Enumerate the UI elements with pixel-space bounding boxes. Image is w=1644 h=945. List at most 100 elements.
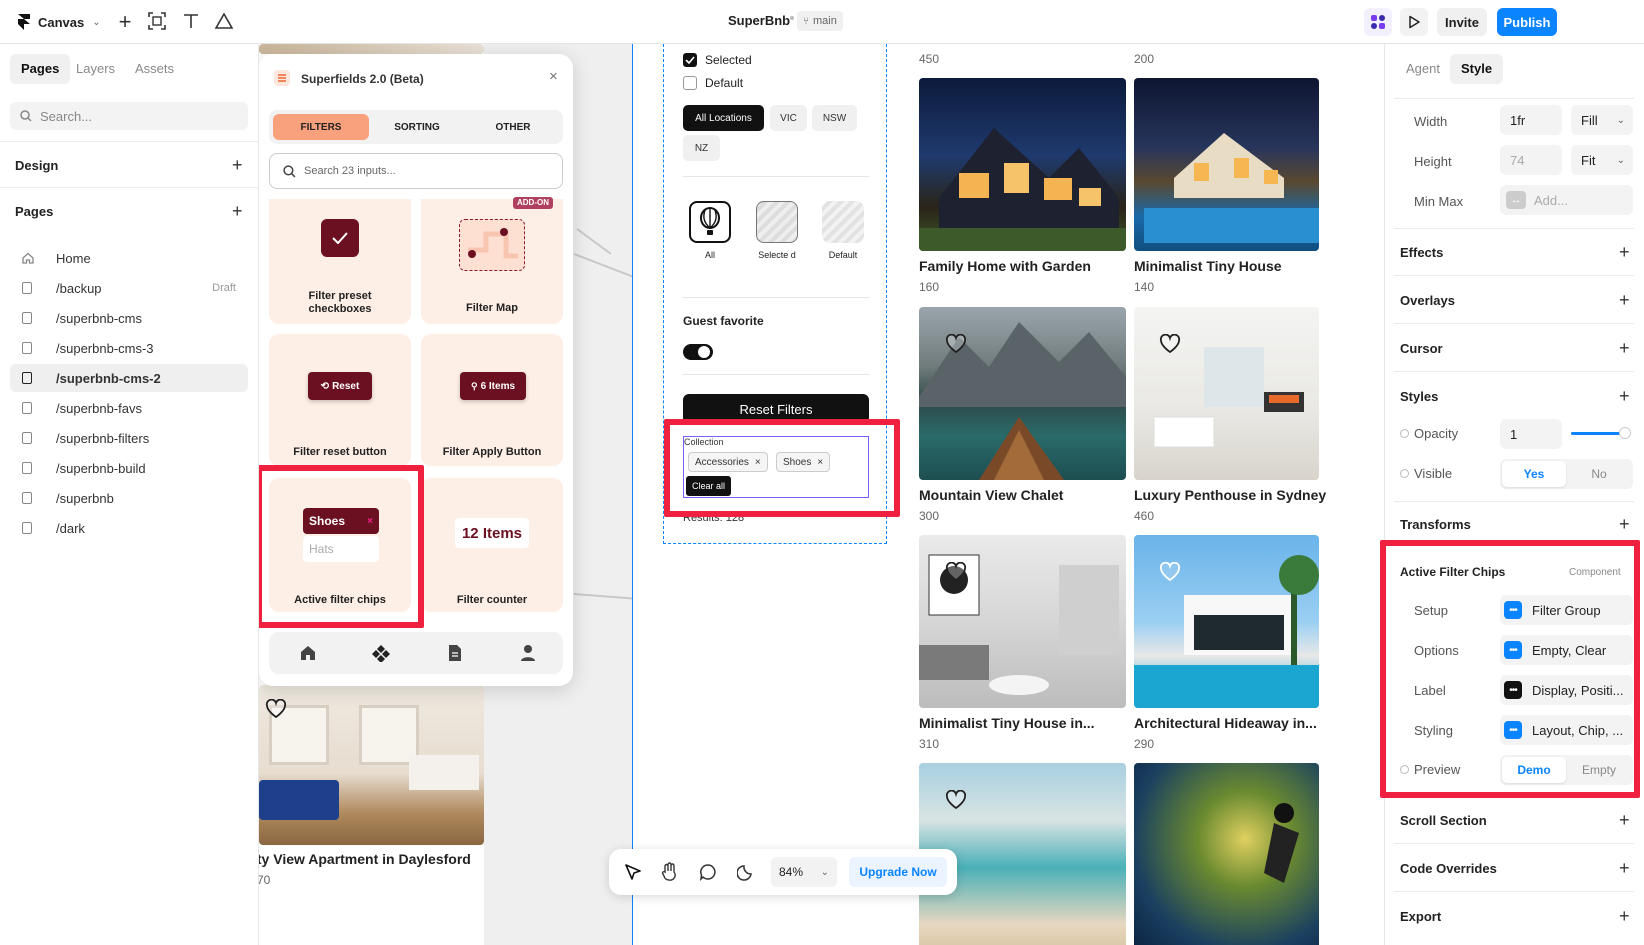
insert-plus-icon[interactable]: + (114, 9, 136, 34)
listing-title[interactable]: Mountain View Chalet (919, 487, 1063, 503)
tab-agent[interactable]: Agent (1395, 54, 1451, 84)
tab-filters[interactable]: FILTERS (273, 114, 369, 140)
canvas-menu[interactable]: Canvas ⌄ (10, 8, 109, 36)
page-item[interactable]: /superbnb-cms-2 (10, 364, 248, 392)
listing-title[interactable]: Minimalist Tiny House in... (919, 715, 1095, 731)
opacity-slider-knob[interactable] (1619, 427, 1631, 439)
width-mode-select[interactable]: Fill ⌄ (1571, 105, 1633, 135)
listing-title[interactable]: Architectural Hideaway in... (1134, 715, 1317, 731)
selected-pattern-icon[interactable] (756, 201, 798, 243)
listing-photo[interactable] (919, 535, 1126, 708)
location-vic[interactable]: VIC (770, 105, 807, 131)
default-checkbox[interactable] (683, 76, 697, 90)
add-page-icon[interactable]: + (232, 202, 243, 220)
add-code-override-icon[interactable]: + (1619, 859, 1630, 877)
invite-button[interactable]: Invite (1437, 8, 1487, 36)
tab-style[interactable]: Style (1450, 54, 1504, 84)
add-scroll-section-icon[interactable]: + (1619, 811, 1630, 829)
visible-yes-button[interactable]: Yes (1502, 461, 1566, 487)
location-all[interactable]: All Locations (683, 105, 764, 131)
preview-play-icon[interactable] (1400, 8, 1428, 36)
page-item[interactable]: /superbnb-build (10, 454, 248, 482)
visible-no-button[interactable]: No (1567, 461, 1631, 487)
close-icon[interactable]: × (549, 68, 558, 85)
branch-badge[interactable]: ⑂ main (797, 11, 843, 31)
listing-photo[interactable] (1134, 763, 1319, 945)
location-nsw[interactable]: NSW (812, 105, 857, 131)
page-item[interactable]: /backup Draft (10, 274, 248, 302)
text-tool-icon[interactable] (181, 11, 201, 31)
selected-checkbox[interactable] (683, 53, 697, 67)
card-filter-reset[interactable]: ⟲ Reset Filter reset button (269, 334, 411, 466)
width-input[interactable]: 1fr (1500, 105, 1562, 135)
design-canvas[interactable]: ak 30 ux 70 ar 00 ity View Apartment in … (259, 44, 1384, 945)
page-item[interactable]: /superbnb-cms-3 (10, 334, 248, 362)
card-filter-apply[interactable]: ⚲ 6 Items Filter Apply Button (421, 334, 563, 466)
upgrade-now-button[interactable]: Upgrade Now (849, 857, 947, 887)
add-cursor-icon[interactable]: + (1619, 339, 1630, 357)
vector-tool-icon[interactable] (213, 11, 235, 31)
hand-icon[interactable] (661, 862, 679, 882)
listing-title[interactable]: Minimalist Tiny House (1134, 258, 1282, 274)
opacity-input[interactable]: 1 (1500, 419, 1562, 449)
page-item[interactable]: /superbnb-filters (10, 424, 248, 452)
favorite-heart-icon[interactable] (265, 699, 287, 719)
listing-photo[interactable] (1134, 307, 1319, 480)
home-icon[interactable] (299, 644, 317, 662)
favorite-heart-icon[interactable] (945, 562, 967, 582)
dark-mode-moon-icon[interactable] (737, 863, 755, 881)
apartment-photo[interactable] (259, 685, 484, 845)
pages-search-input[interactable]: Search... (10, 102, 248, 130)
add-export-icon[interactable]: + (1619, 907, 1630, 925)
location-nz[interactable]: NZ (683, 135, 720, 161)
favorite-heart-icon[interactable] (945, 790, 967, 810)
pointer-icon[interactable] (624, 863, 642, 881)
components-icon[interactable] (372, 644, 390, 662)
minmax-input[interactable]: ↔ Add... (1500, 185, 1633, 215)
document-icon[interactable] (447, 644, 463, 662)
tab-sorting[interactable]: SORTING (369, 114, 465, 140)
zoom-select[interactable]: 84% ⌄ (771, 857, 837, 887)
page-item[interactable]: /superbnb-cms (10, 304, 248, 332)
add-effect-icon[interactable]: + (1619, 243, 1630, 261)
listing-photo-top[interactable] (259, 44, 484, 54)
opacity-slider[interactable] (1571, 427, 1631, 439)
add-overlay-icon[interactable]: + (1619, 291, 1630, 309)
ai-plugin-icon[interactable] (1364, 8, 1392, 36)
guest-favorite-toggle[interactable] (683, 344, 713, 360)
favorite-heart-icon[interactable] (1159, 334, 1181, 354)
page-item[interactable]: /dark (10, 514, 248, 542)
favorite-heart-icon[interactable] (945, 334, 967, 354)
visible-variable-icon[interactable] (1400, 469, 1409, 478)
tab-layers[interactable]: Layers (65, 54, 126, 84)
card-filter-counter[interactable]: 12 Items Filter counter (421, 478, 563, 612)
tab-other[interactable]: OTHER (465, 114, 561, 140)
publish-button[interactable]: Publish (1497, 8, 1557, 36)
page-item[interactable]: Home (10, 244, 248, 272)
plugin-search-input[interactable]: Search 23 inputs... (269, 153, 563, 189)
add-style-icon[interactable]: + (1619, 387, 1630, 405)
default-pattern-icon[interactable] (822, 201, 864, 243)
listing-photo[interactable] (1134, 78, 1319, 251)
tab-assets[interactable]: Assets (124, 54, 185, 84)
tab-pages[interactable]: Pages (10, 54, 71, 84)
listing-photo[interactable] (919, 307, 1126, 480)
balloon-icon[interactable] (689, 201, 731, 243)
favorite-heart-icon[interactable] (1159, 562, 1181, 582)
listing-title[interactable]: Family Home with Garden (919, 258, 1091, 274)
card-filter-map[interactable]: ADD-ON Filter Map (421, 197, 563, 324)
user-icon[interactable] (520, 644, 536, 662)
height-mode-select[interactable]: Fit ⌄ (1571, 145, 1633, 175)
page-item[interactable]: /superbnb (10, 484, 248, 512)
opacity-variable-icon[interactable] (1400, 429, 1409, 438)
add-transform-icon[interactable]: + (1619, 515, 1630, 533)
listing-title[interactable]: Luxury Penthouse in Sydney (1134, 487, 1326, 503)
frame-icon[interactable] (147, 11, 167, 31)
listing-photo[interactable] (1134, 535, 1319, 708)
comment-icon[interactable] (699, 863, 717, 881)
add-design-icon[interactable]: + (232, 156, 243, 174)
page-item[interactable]: /superbnb-favs (10, 394, 248, 422)
listing-photo[interactable] (919, 78, 1126, 251)
height-input[interactable]: 74 (1500, 145, 1562, 175)
card-filter-preset[interactable]: Filter preset checkboxes (269, 199, 411, 324)
